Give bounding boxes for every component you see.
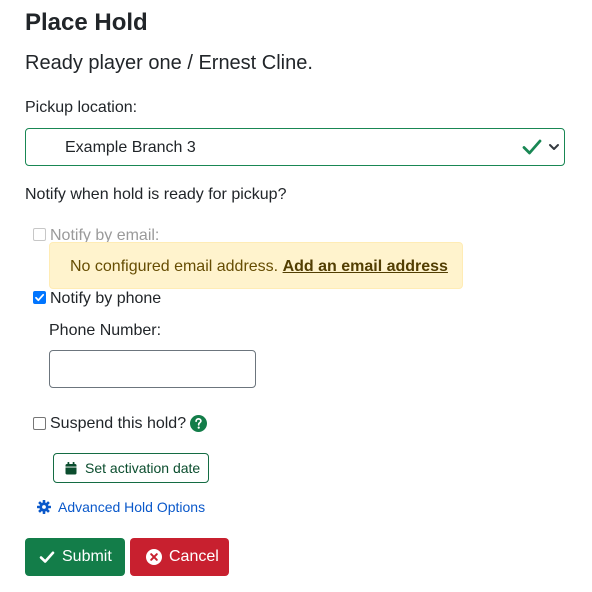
phone-number-input[interactable] <box>49 350 256 388</box>
set-activation-date-label: Set activation date <box>85 460 201 476</box>
advanced-hold-options-label: Advanced Hold Options <box>58 499 206 515</box>
notify-phone-checkbox[interactable] <box>33 291 46 304</box>
pickup-location-value: Example Branch 3 <box>65 139 196 156</box>
set-activation-date-button[interactable]: Set activation date <box>53 453 209 483</box>
suspend-hold-checkbox[interactable] <box>33 417 46 430</box>
notify-question: Notify when hold is ready for pickup? <box>25 186 287 203</box>
page-title: Place Hold <box>25 9 148 36</box>
email-alert-message: No configured email address. Add an emai… <box>70 258 448 275</box>
pickup-location-select[interactable]: Example Branch 3 <box>25 128 565 166</box>
cancel-label: Cancel <box>169 548 219 565</box>
suspend-hold-label: Suspend this hold? <box>50 415 187 432</box>
email-alert: No configured email address. Add an emai… <box>49 242 463 289</box>
times-circle-icon <box>146 549 162 565</box>
question-circle-icon[interactable] <box>190 415 207 432</box>
item-title: Ready player one / Ernest Cline. <box>25 52 313 74</box>
check-icon <box>39 551 55 563</box>
chevron-down-icon <box>549 144 559 150</box>
submit-label: Submit <box>62 548 112 565</box>
calendar-icon <box>65 462 77 475</box>
notify-phone-label: Notify by phone <box>50 290 162 307</box>
check-icon <box>35 293 45 302</box>
phone-number-label: Phone Number: <box>49 322 162 339</box>
cancel-button[interactable]: Cancel <box>130 538 229 576</box>
check-icon <box>522 139 542 155</box>
pickup-location-label: Pickup location: <box>25 99 138 116</box>
notify-email-checkbox[interactable] <box>33 228 46 241</box>
gear-icon <box>37 500 51 514</box>
submit-button[interactable]: Submit <box>25 538 125 576</box>
add-email-link[interactable]: Add an email address <box>283 258 448 275</box>
